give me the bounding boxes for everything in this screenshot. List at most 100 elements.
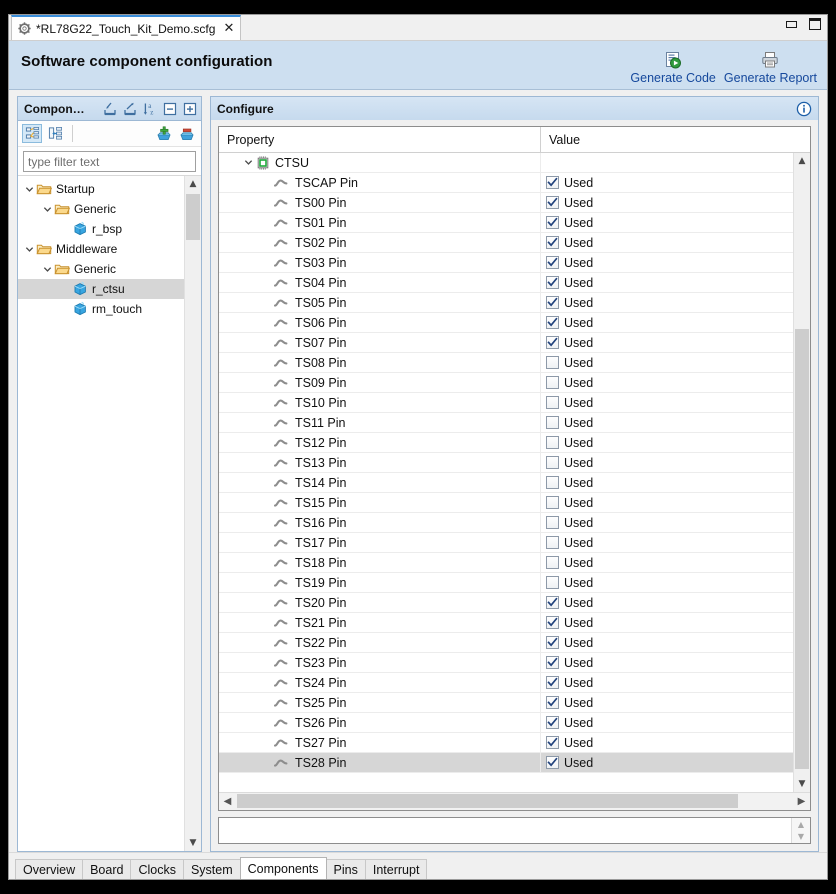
checkbox-unchecked[interactable] — [546, 556, 559, 569]
checkbox-unchecked[interactable] — [546, 376, 559, 389]
column-header-property[interactable]: Property — [219, 127, 541, 152]
table-row[interactable]: TS19 Pin Used — [219, 573, 794, 593]
table-row-group[interactable]: CTSU — [219, 153, 794, 173]
table-row[interactable]: TS22 Pin Used — [219, 633, 794, 653]
table-row[interactable]: TS06 Pin Used — [219, 313, 794, 333]
checkbox-checked[interactable] — [546, 236, 559, 249]
tab-interrupt[interactable]: Interrupt — [364, 859, 428, 879]
info-icon[interactable] — [796, 101, 812, 117]
generate-code-button[interactable]: Generate Code — [630, 38, 716, 89]
import-icon[interactable] — [102, 101, 118, 117]
generate-report-button[interactable]: Generate Report — [724, 38, 817, 89]
property-table-hscrollbar[interactable]: ◀ ▶ — [219, 792, 810, 810]
checkbox-checked[interactable] — [546, 656, 559, 669]
table-row[interactable]: TS16 Pin Used — [219, 513, 794, 533]
maximize-button[interactable] — [809, 18, 821, 30]
property-table-scrollbar[interactable]: ▲ ▼ — [793, 153, 810, 792]
table-row[interactable]: TS03 Pin Used — [219, 253, 794, 273]
checkbox-checked[interactable] — [546, 616, 559, 629]
table-row[interactable]: TS24 Pin Used — [219, 673, 794, 693]
table-row[interactable]: TS18 Pin Used — [219, 553, 794, 573]
table-row[interactable]: TS15 Pin Used — [219, 493, 794, 513]
scrollbar-thumb[interactable] — [795, 329, 809, 769]
sort-az-icon[interactable]: a z — [142, 101, 158, 117]
remove-component-icon[interactable] — [177, 124, 197, 143]
tree-item-r-ctsu[interactable]: r_ctsu — [18, 279, 185, 299]
table-row[interactable]: TS01 Pin Used — [219, 213, 794, 233]
table-row[interactable]: TS08 Pin Used — [219, 353, 794, 373]
scroll-down-icon[interactable]: ▼ — [185, 835, 201, 851]
component-tree-scrollbar[interactable]: ▲ ▼ — [184, 176, 201, 851]
checkbox-unchecked[interactable] — [546, 396, 559, 409]
tab-overview[interactable]: Overview — [15, 859, 84, 879]
scroll-left-icon[interactable]: ◀ — [219, 793, 236, 809]
table-row[interactable]: TS04 Pin Used — [219, 273, 794, 293]
checkbox-unchecked[interactable] — [546, 516, 559, 529]
tab-pins[interactable]: Pins — [325, 859, 366, 879]
table-row[interactable]: TS00 Pin Used — [219, 193, 794, 213]
expand-all-icon[interactable] — [182, 101, 198, 117]
checkbox-checked[interactable] — [546, 316, 559, 329]
tab-components[interactable]: Components — [239, 857, 327, 879]
tree-item-rm-touch[interactable]: rm_touch — [18, 299, 185, 319]
checkbox-checked[interactable] — [546, 216, 559, 229]
checkbox-unchecked[interactable] — [546, 496, 559, 509]
checkbox-checked[interactable] — [546, 716, 559, 729]
table-row[interactable]: TS09 Pin Used — [219, 373, 794, 393]
scroll-up-icon[interactable]: ▲ — [794, 153, 810, 169]
hardware-tree-view-icon[interactable] — [45, 124, 65, 143]
tree-item-startup[interactable]: Startup — [18, 179, 185, 199]
detail-field[interactable]: ▲ ▼ — [218, 817, 811, 844]
tree-item-middleware[interactable]: Middleware — [18, 239, 185, 259]
minimize-button[interactable] — [786, 20, 797, 28]
checkbox-checked[interactable] — [546, 196, 559, 209]
chevron-down-icon[interactable] — [22, 245, 36, 254]
checkbox-unchecked[interactable] — [546, 576, 559, 589]
editor-tab-scfg[interactable]: *RL78G22_Touch_Kit_Demo.scfg ✕ — [11, 15, 242, 40]
checkbox-unchecked[interactable] — [546, 416, 559, 429]
scrollbar-thumb[interactable] — [186, 194, 200, 240]
tree-item-r-bsp[interactable]: r_bsp — [18, 219, 185, 239]
chevron-down-icon[interactable] — [40, 265, 54, 274]
checkbox-checked[interactable] — [546, 736, 559, 749]
checkbox-checked[interactable] — [546, 756, 559, 769]
checkbox-checked[interactable] — [546, 336, 559, 349]
table-row[interactable]: TS14 Pin Used — [219, 473, 794, 493]
export-icon[interactable] — [122, 101, 138, 117]
checkbox-checked[interactable] — [546, 176, 559, 189]
column-header-value[interactable]: Value — [541, 127, 810, 152]
table-row[interactable]: TS27 Pin Used — [219, 733, 794, 753]
checkbox-unchecked[interactable] — [546, 436, 559, 449]
table-row[interactable]: TS13 Pin Used — [219, 453, 794, 473]
table-row[interactable]: TS21 Pin Used — [219, 613, 794, 633]
checkbox-checked[interactable] — [546, 256, 559, 269]
table-row[interactable]: TS26 Pin Used — [219, 713, 794, 733]
spinner-up-icon[interactable]: ▲ — [792, 818, 810, 831]
checkbox-unchecked[interactable] — [546, 356, 559, 369]
detail-field-spinner[interactable]: ▲ ▼ — [791, 818, 810, 843]
table-row[interactable]: TS28 Pin Used — [219, 753, 794, 773]
checkbox-checked[interactable] — [546, 696, 559, 709]
checkbox-unchecked[interactable] — [546, 536, 559, 549]
checkbox-checked[interactable] — [546, 676, 559, 689]
tree-item-generic[interactable]: Generic — [18, 259, 185, 279]
table-row[interactable]: TS12 Pin Used — [219, 433, 794, 453]
component-tree-view-icon[interactable] — [22, 124, 42, 143]
chevron-down-icon[interactable] — [40, 205, 54, 214]
chevron-down-icon[interactable] — [22, 185, 36, 194]
table-row[interactable]: TS07 Pin Used — [219, 333, 794, 353]
table-row[interactable]: TS20 Pin Used — [219, 593, 794, 613]
table-row[interactable]: TS02 Pin Used — [219, 233, 794, 253]
tab-clocks[interactable]: Clocks — [130, 859, 184, 879]
checkbox-unchecked[interactable] — [546, 456, 559, 469]
spinner-down-icon[interactable]: ▼ — [792, 831, 810, 844]
table-row[interactable]: TS17 Pin Used — [219, 533, 794, 553]
table-row[interactable]: TSCAP Pin Used — [219, 173, 794, 193]
table-row[interactable]: TS10 Pin Used — [219, 393, 794, 413]
checkbox-checked[interactable] — [546, 636, 559, 649]
scroll-up-icon[interactable]: ▲ — [185, 176, 201, 192]
table-row[interactable]: TS23 Pin Used — [219, 653, 794, 673]
filter-input[interactable] — [23, 151, 196, 172]
chevron-down-icon[interactable] — [241, 158, 255, 167]
collapse-all-icon[interactable] — [162, 101, 178, 117]
